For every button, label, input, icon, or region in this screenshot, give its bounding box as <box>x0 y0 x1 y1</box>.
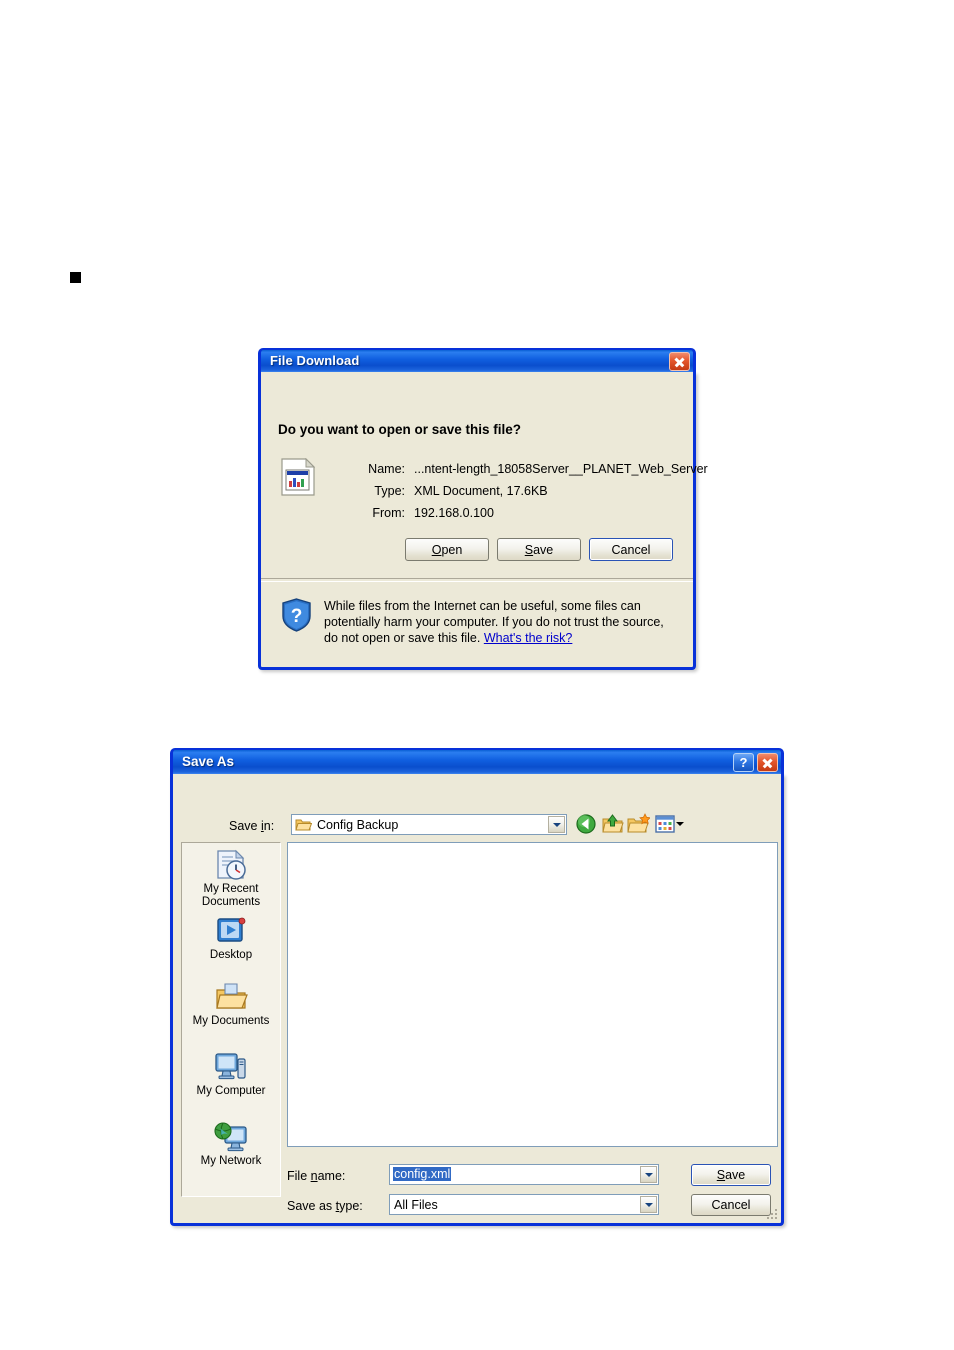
my-computer-icon <box>215 1053 246 1080</box>
place-label: My Network <box>200 1155 262 1167</box>
chevron-down-icon[interactable] <box>640 1166 657 1183</box>
file-type-row: Type: XML Document, 17.6KB <box>361 484 548 498</box>
close-icon[interactable] <box>757 753 778 772</box>
save-as-type-label: Save as type: <box>287 1199 363 1213</box>
back-arrow-icon[interactable] <box>575 813 598 835</box>
cancel-button[interactable]: Cancel <box>691 1194 771 1216</box>
file-download-title: File Download <box>270 353 360 368</box>
cancel-button[interactable]: Cancel <box>589 538 673 561</box>
file-download-titlebar[interactable]: File Download <box>258 348 696 372</box>
my-recent-documents-icon <box>217 849 246 880</box>
views-grid-icon[interactable] <box>654 813 677 835</box>
new-folder-icon[interactable] <box>627 813 650 835</box>
save-as-titlebar[interactable]: Save As ? <box>170 748 784 774</box>
save-in-label: Save in: <box>229 819 275 833</box>
save-button[interactable]: Save <box>497 538 581 561</box>
file-type-value: XML Document, 17.6KB <box>414 484 548 498</box>
help-icon[interactable]: ? <box>733 753 754 772</box>
save-button[interactable]: Save <box>691 1164 771 1186</box>
open-folder-icon <box>295 819 312 831</box>
my-network-icon <box>214 1122 247 1152</box>
up-folder-icon[interactable] <box>601 813 624 835</box>
place-my-documents[interactable]: My Documents <box>182 981 280 1028</box>
chevron-down-icon[interactable] <box>640 1196 657 1213</box>
save-as-type-combobox[interactable]: All Files <box>389 1194 659 1215</box>
close-icon[interactable] <box>669 352 690 371</box>
chevron-down-icon[interactable] <box>676 822 684 826</box>
file-list[interactable] <box>287 842 778 1147</box>
places-bar: My RecentDocuments Desktop My Documents <box>181 842 281 1197</box>
save-as-type-value: All Files <box>394 1198 438 1212</box>
file-type-label: Type: <box>374 484 405 498</box>
place-label: My Computer <box>196 1085 266 1097</box>
bullet-marker <box>70 272 81 283</box>
desktop-icon <box>217 917 246 942</box>
save-in-value: Config Backup <box>317 818 399 832</box>
file-name-label: Name: <box>368 462 405 476</box>
resize-grip[interactable] <box>767 1209 779 1221</box>
place-desktop[interactable]: Desktop <box>182 915 280 962</box>
place-label: Desktop <box>209 949 253 961</box>
place-label: My Recent Documents <box>201 883 261 908</box>
shield-question-icon: ? <box>282 598 311 632</box>
file-from-row: From: 192.168.0.100 <box>361 506 494 520</box>
chevron-down-icon[interactable] <box>548 816 565 833</box>
place-label: My Documents <box>192 1015 270 1027</box>
xml-document-icon <box>281 458 315 496</box>
file-name-value: ...ntent-length_18058Server__PLANET_Web_… <box>414 462 708 476</box>
file-from-value: 192.168.0.100 <box>414 506 494 520</box>
place-my-computer[interactable]: My Computer <box>182 1051 280 1098</box>
file-name-combobox[interactable]: config.xml <box>389 1164 659 1185</box>
file-name-input[interactable]: config.xml <box>393 1167 452 1181</box>
file-name-row: Name: ...ntent-length_18058Server__PLANET… <box>361 462 708 476</box>
download-warning-text: While files from the Internet can be use… <box>324 598 679 646</box>
place-my-recent-documents[interactable]: My Recent Documents <box>182 849 280 908</box>
file-download-dialog: File Download Do you want to open or sav… <box>258 348 708 670</box>
divider <box>261 578 693 582</box>
open-button[interactable]: Open <box>405 538 489 561</box>
my-documents-icon <box>216 983 248 1009</box>
svg-text:?: ? <box>291 606 303 627</box>
save-as-dialog: Save As ? Save in: Config Backup My Rece… <box>170 748 784 1226</box>
file-from-label: From: <box>372 506 405 520</box>
whats-the-risk-link[interactable]: What's the risk? <box>484 631 573 645</box>
save-in-combobox[interactable]: Config Backup <box>291 814 567 835</box>
save-as-title: Save As <box>182 754 235 769</box>
place-my-network[interactable]: My Network <box>182 1121 280 1168</box>
file-name-label: File name: <box>287 1169 346 1183</box>
file-download-heading: Do you want to open or save this file? <box>278 422 522 437</box>
